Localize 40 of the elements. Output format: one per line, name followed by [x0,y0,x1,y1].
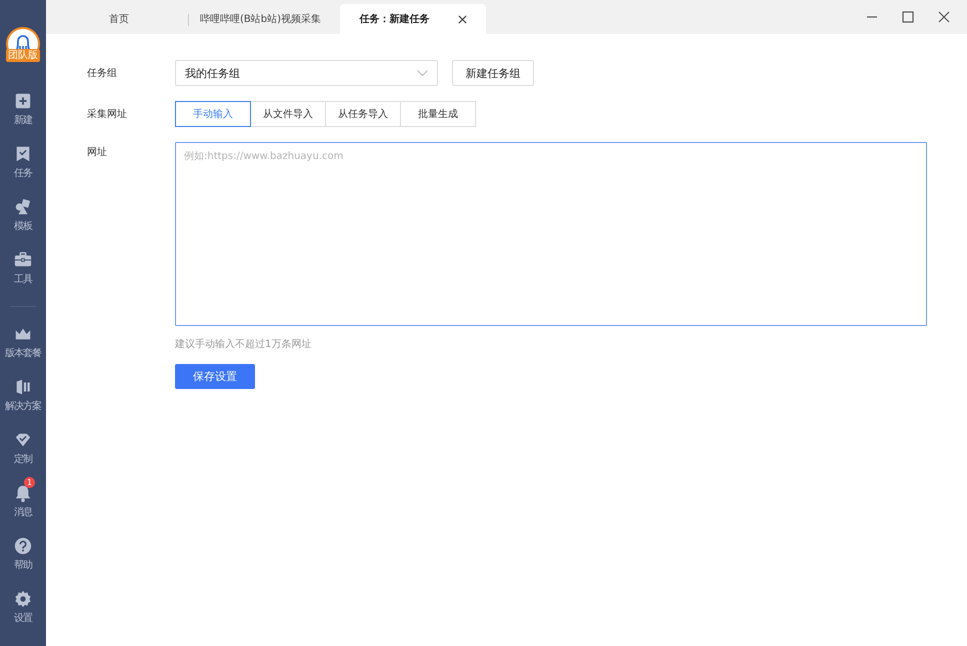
sidebar-label[interactable]: 消息 [14,505,32,519]
plus-icon[interactable] [14,92,32,110]
shapes-icon[interactable] [14,198,32,216]
panels-icon[interactable] [14,378,32,396]
url-input[interactable]: 例如:https://www.bazhuayu.com [175,142,927,326]
segment-tab[interactable]: 从文件导入 [250,101,326,127]
field-label: 采集网址 [87,108,128,121]
field-label: 网址 [87,146,108,159]
save-button[interactable]: 保存设置 [175,364,255,389]
close-icon[interactable] [938,11,950,23]
bell-icon[interactable] [14,484,32,502]
sidebar-label[interactable]: 模板 [14,219,32,233]
notification-badge: 1 [24,477,35,488]
sidebar-label[interactable]: 工具 [14,272,32,286]
maximize-icon[interactable] [902,11,914,23]
field-label: 任务组 [87,67,118,80]
hint-text: 建议手动输入不超过1万条网址 [175,338,312,351]
sidebar-label[interactable]: 定制 [14,452,32,466]
segment-tab[interactable]: 手动输入 [175,101,251,127]
segment-tab[interactable]: 从任务导入 [325,101,401,127]
sidebar-label[interactable]: 任务 [14,166,32,180]
help-icon[interactable] [14,537,32,555]
task-group-dropdown[interactable]: 我的任务组 [175,60,438,86]
bookmark-icon[interactable] [14,145,32,163]
chevron-down-icon [417,70,428,76]
sidebar-label[interactable]: 新建 [14,113,32,127]
logo-badge: 团队版 [6,49,40,62]
new-group-button[interactable]: 新建任务组 [452,60,534,86]
close-tab-icon[interactable] [458,14,466,24]
sidebar-label[interactable]: 帮助 [14,558,32,572]
tab[interactable]: 哔哩哔哩(B站b站)视频采集 [188,4,333,34]
sidebar-label[interactable]: 解决方案 [5,399,41,413]
shield-check-icon[interactable] [14,431,32,449]
settings-icon[interactable] [14,590,32,608]
segment-tab[interactable]: 批量生成 [400,101,476,127]
sidebar-label[interactable]: 版本套餐 [5,346,41,360]
toolbox-icon[interactable] [14,251,32,269]
sidebar-label[interactable]: 设置 [14,611,32,625]
tab[interactable]: 首页 [50,4,188,34]
tab[interactable]: 任务：新建任务 [340,4,486,34]
